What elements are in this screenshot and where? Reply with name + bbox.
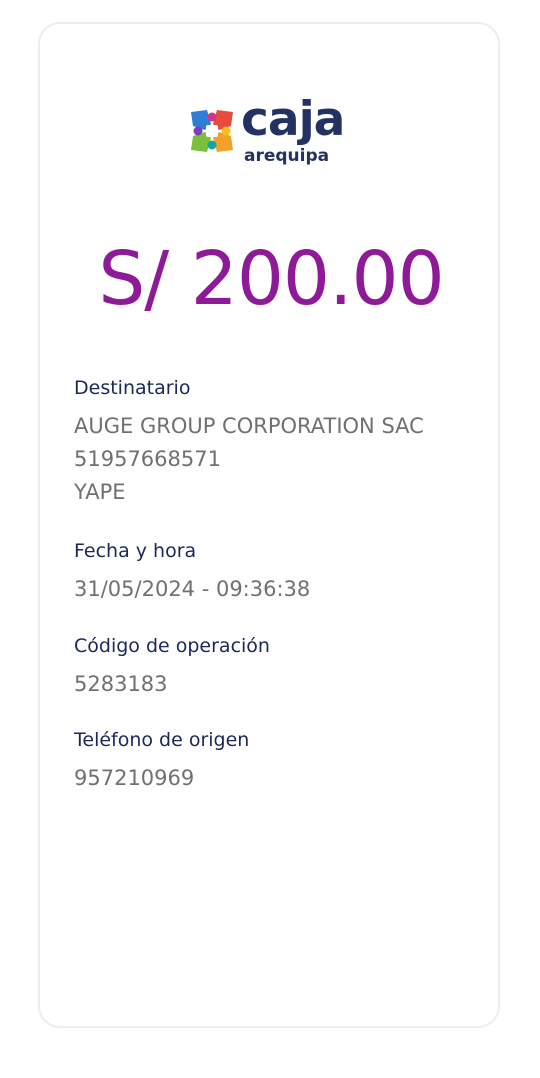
recipient-phone: 51957668571 — [74, 447, 221, 471]
field-codigo-operacion: Código de operación 5283183 — [74, 634, 270, 701]
logo-wordmark: caja — [241, 92, 345, 147]
field-telefono-origen: Teléfono de origen 957210969 — [74, 728, 249, 795]
field-destinatario: Destinatario AUGE GROUP CORPORATION SAC … — [74, 376, 424, 509]
amount: S/ 200.00 — [98, 236, 444, 322]
caja-logo-icon — [191, 110, 233, 152]
origin-phone-value: 957210969 — [74, 766, 195, 790]
receipt-card: caja arequipa S/ 200.00 Destinatario AUG… — [38, 22, 500, 1028]
logo-subtitle: arequipa — [244, 146, 330, 166]
caja-arequipa-logo: caja arequipa — [189, 96, 359, 178]
recipient-channel: YAPE — [74, 480, 126, 504]
field-label: Destinatario — [74, 377, 191, 399]
date-time-value: 31/05/2024 - 09:36:38 — [74, 577, 311, 601]
recipient-name: AUGE GROUP CORPORATION SAC — [74, 414, 424, 438]
field-label: Código de operación — [74, 635, 270, 657]
field-fecha-hora: Fecha y hora 31/05/2024 - 09:36:38 — [74, 539, 310, 606]
field-label: Fecha y hora — [74, 540, 197, 562]
field-label: Teléfono de origen — [74, 729, 250, 751]
operation-code-value: 5283183 — [74, 672, 168, 696]
